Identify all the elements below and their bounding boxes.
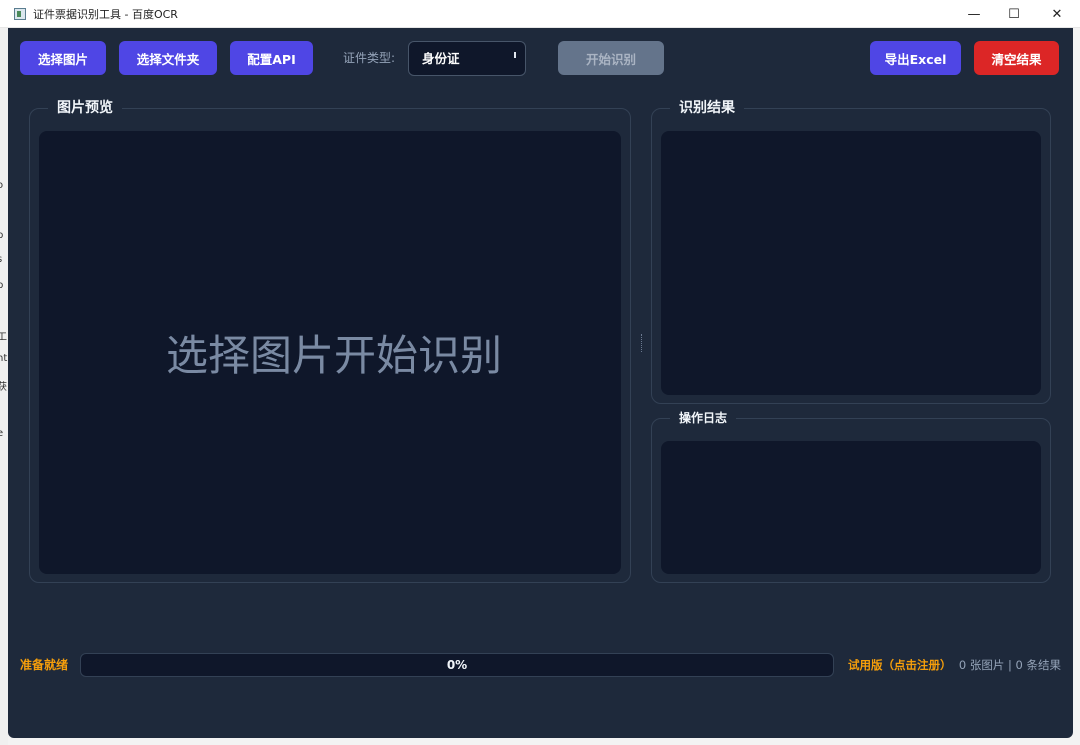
close-icon[interactable]: ✕	[1034, 0, 1080, 28]
start-recognition-button[interactable]: 开始识别	[558, 41, 664, 75]
doc-type-label: 证件类型:	[343, 51, 396, 65]
preview-placeholder-text: 选择图片开始识别	[165, 331, 502, 380]
select-folder-button[interactable]: 选择文件夹	[119, 41, 217, 75]
export-excel-button[interactable]: 导出Excel	[870, 41, 961, 75]
status-label: 准备就绪	[20, 658, 69, 672]
splitter-handle[interactable]	[641, 334, 643, 352]
progress-bar: 0%	[80, 653, 834, 677]
results-group: 识别结果	[651, 98, 1051, 404]
desktop-text-fragment: e	[0, 428, 4, 439]
window-title: 证件票据识别工具 - 百度OCR	[33, 7, 178, 21]
config-api-button[interactable]: 配置API	[230, 41, 313, 75]
results-title: 识别结果	[670, 98, 744, 118]
image-preview-area[interactable]: 选择图片开始识别	[39, 131, 621, 574]
image-result-counts: 0 张图片 | 0 条结果	[958, 658, 1061, 672]
log-text-area[interactable]	[661, 441, 1041, 574]
dropdown-indicator-icon	[514, 52, 516, 58]
desktop-text-fragment: p	[0, 230, 4, 241]
log-title: 操作日志	[670, 410, 737, 426]
image-preview-group: 图片预览 选择图片开始识别	[29, 98, 631, 583]
trial-register-link[interactable]: 试用版（点击注册）	[848, 656, 952, 674]
progress-text: 0%	[446, 658, 468, 672]
desktop-text-fragment: 获	[0, 382, 7, 393]
desktop-text-fragment: 工	[0, 332, 7, 343]
desktop-text-fragment: p	[0, 280, 4, 291]
window-titlebar[interactable]: 证件票据识别工具 - 百度OCR — ☐ ✕	[0, 0, 1080, 28]
results-text-area[interactable]	[661, 131, 1041, 395]
desktop-text-fragment: nt	[0, 353, 8, 364]
maximize-icon[interactable]: ☐	[994, 0, 1034, 28]
desktop-text-fragment: s	[0, 254, 2, 265]
app-main: 选择图片 选择文件夹 配置API 证件类型: 身份证 开始识别 导出Excel …	[8, 28, 1073, 738]
select-image-button[interactable]: 选择图片	[20, 41, 106, 75]
image-preview-title: 图片预览	[48, 98, 122, 118]
doc-type-value: 身份证	[422, 51, 460, 66]
app-icon	[14, 7, 26, 20]
desktop-text-fragment: o	[0, 180, 4, 191]
minimize-icon[interactable]: —	[954, 0, 994, 28]
log-group: 操作日志	[651, 410, 1051, 583]
clear-results-button[interactable]: 清空结果	[974, 41, 1059, 75]
desktop-background-strip: o p s p 工 nt 获 e	[0, 28, 8, 745]
doc-type-select[interactable]: 身份证	[408, 41, 526, 76]
window-controls: — ☐ ✕	[954, 0, 1080, 28]
